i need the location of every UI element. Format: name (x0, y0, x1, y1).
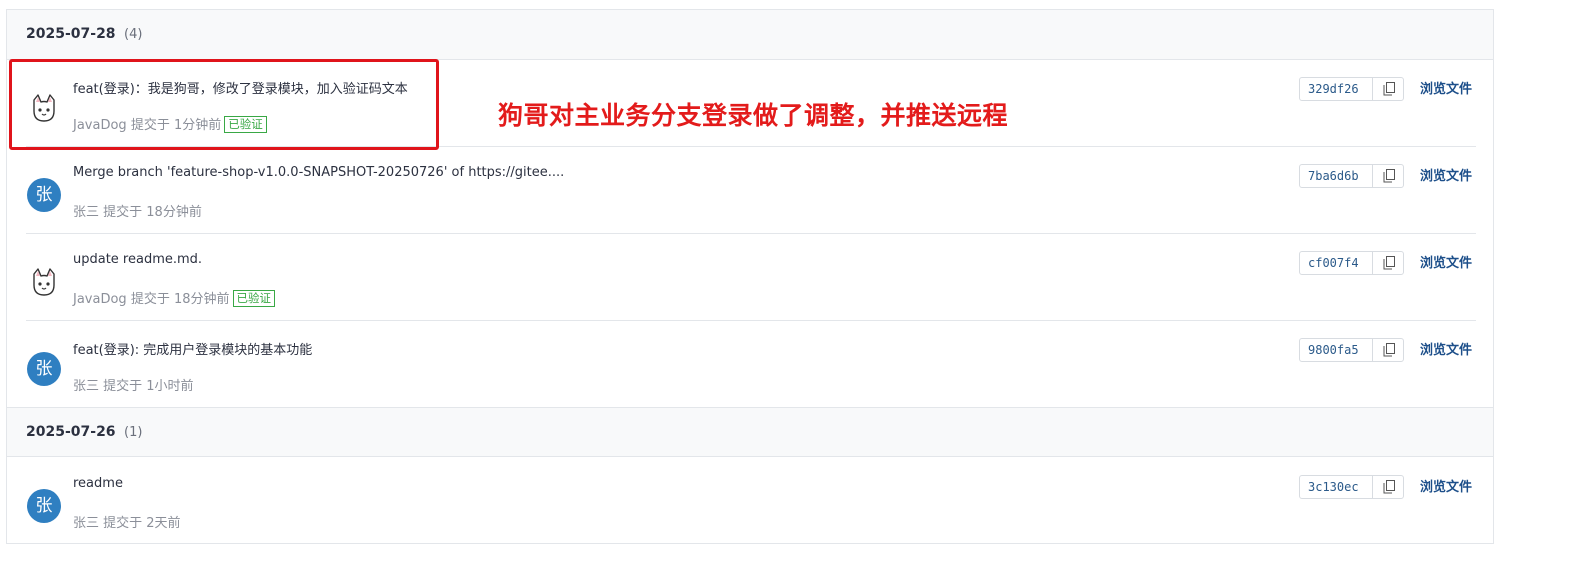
commit-author[interactable]: 张三 (73, 516, 99, 531)
copy-icon (1383, 343, 1395, 357)
commit-sha[interactable]: 7ba6d6b (1308, 169, 1359, 183)
commit-time: 提交于 18分钟前 (103, 205, 202, 220)
date-group-header: 2025-07-28 (4) (7, 10, 1493, 60)
group-date: 2025-07-28 (26, 26, 116, 42)
commit-time: 提交于 2天前 (103, 516, 181, 531)
copy-sha-button[interactable] (1372, 476, 1405, 498)
sha-box: 9800fa5 (1299, 338, 1404, 362)
commit-row: 张 Merge branch 'feature-shop-v1.0.0-SNAP… (7, 148, 1495, 234)
sha-box: cf007f4 (1299, 251, 1404, 275)
row-divider (26, 233, 1476, 234)
commit-time: 提交于 1小时前 (103, 379, 194, 394)
group-count: (1) (124, 425, 143, 440)
avatar[interactable]: 张 (27, 178, 61, 212)
browse-files-link[interactable]: 浏览文件 (1420, 165, 1472, 184)
commit-message[interactable]: update readme.md. (73, 252, 202, 267)
row-divider (26, 320, 1476, 321)
copy-sha-button[interactable] (1372, 339, 1405, 361)
copy-icon (1383, 169, 1395, 183)
browse-files-link[interactable]: 浏览文件 (1420, 339, 1472, 358)
copy-sha-button[interactable] (1372, 78, 1405, 100)
copy-sha-button[interactable] (1372, 165, 1405, 187)
group-date: 2025-07-26 (26, 424, 116, 440)
commit-sha[interactable]: 3c130ec (1308, 480, 1359, 494)
commit-message[interactable]: feat(登录): 完成用户登录模块的基本功能 (73, 339, 312, 358)
sha-box: 3c130ec (1299, 475, 1404, 499)
commit-row: update readme.md. JavaDog 提交于 18分钟前 已验证 c… (7, 235, 1495, 321)
commit-message[interactable]: Merge branch 'feature-shop-v1.0.0-SNAPSH… (73, 165, 564, 180)
commit-author[interactable]: 张三 (73, 379, 99, 394)
commit-author[interactable]: 张三 (73, 205, 99, 220)
commit-meta: JavaDog 提交于 18分钟前 已验证 (73, 288, 276, 307)
sha-box: 7ba6d6b (1299, 164, 1404, 188)
copy-sha-button[interactable] (1372, 252, 1405, 274)
commit-meta: 张三 提交于 2天前 (73, 512, 181, 531)
commit-sha[interactable]: 9800fa5 (1308, 343, 1359, 357)
commit-sha[interactable]: cf007f4 (1308, 256, 1359, 270)
cat-avatar-icon[interactable] (27, 265, 61, 299)
browse-files-link[interactable]: 浏览文件 (1420, 252, 1472, 271)
commit-time: 提交于 18分钟前 (130, 292, 230, 307)
copy-icon (1383, 82, 1395, 96)
commit-meta: 张三 提交于 18分钟前 (73, 201, 202, 220)
copy-icon (1383, 256, 1395, 270)
browse-files-link[interactable]: 浏览文件 (1420, 476, 1472, 495)
annotation-text: 狗哥对主业务分支登录做了调整，并推送远程 (498, 101, 1009, 130)
commit-row: 张 readme 张三 提交于 2天前 3c130ec 浏览文件 (7, 459, 1495, 545)
commit-sha[interactable]: 329df26 (1308, 82, 1359, 96)
sha-box: 329df26 (1299, 77, 1404, 101)
commit-author[interactable]: JavaDog (73, 292, 127, 307)
browse-files-link[interactable]: 浏览文件 (1420, 78, 1472, 97)
date-group-header: 2025-07-26 (1) (7, 407, 1493, 457)
verified-badge: 已验证 (232, 290, 276, 307)
commit-message[interactable]: readme (73, 476, 123, 491)
commit-meta: 张三 提交于 1小时前 (73, 375, 194, 394)
group-count: (4) (124, 27, 143, 42)
copy-icon (1383, 480, 1395, 494)
avatar[interactable]: 张 (27, 489, 61, 523)
highlight-box (9, 59, 439, 150)
commit-row: 张 feat(登录): 完成用户登录模块的基本功能 张三 提交于 1小时前 98… (7, 322, 1495, 408)
avatar[interactable]: 张 (27, 352, 61, 386)
